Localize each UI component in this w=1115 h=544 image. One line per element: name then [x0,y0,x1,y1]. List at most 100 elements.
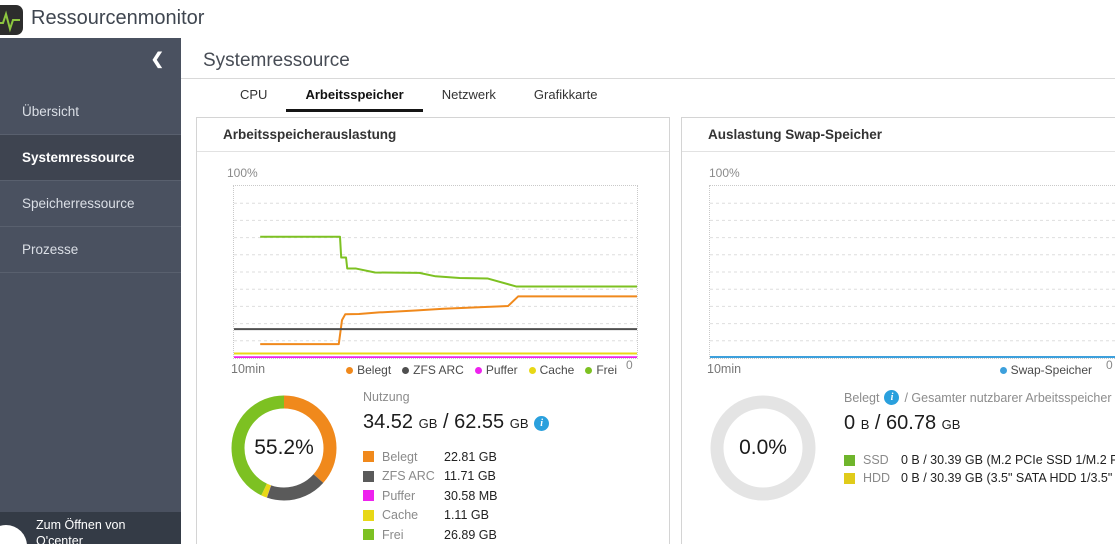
legend-label: Belegt [357,363,392,377]
legend-item: Cache [528,363,575,377]
y-axis-min-label: 0 [1106,358,1113,372]
memory-usage-value: 34.52 GB / 62.55 GB i [363,411,550,434]
breakdown-row: Frei 26.89 GB [363,525,549,544]
row-value: 22.81 GB [444,449,497,464]
row-label: ZFS ARC [382,469,435,484]
sidebar-item-prozesse[interactable]: Prozesse [0,227,181,273]
swap-usage-block: Belegt i / Gesamter nutzbarer Arbeitsspe… [844,390,1115,487]
row-label: Cache [382,508,419,523]
memory-donut-chart: 55.2% [231,395,337,501]
legend-dot-icon [346,366,354,374]
tab-bar: CPU Arbeitsspeicher Netzwerk Grafikkarte [221,84,616,112]
sidebar-item-label: Prozesse [22,242,79,257]
tab-arbeitsspeicher[interactable]: Arbeitsspeicher [286,84,423,112]
legend-item: Puffer [474,363,518,377]
row-label: Puffer [382,488,416,503]
chevron-left-icon: ❮ [150,51,164,68]
breakdown-row: SSD 0 B / 30.39 GB (M.2 PCIe SSD 1/M.2 PC… [844,451,1115,469]
swatch-icon [844,472,855,484]
caption-used: Belegt [844,390,880,405]
breakdown-row: HDD 0 B / 30.39 GB (3.5" SATA HDD 1/3.5" … [844,469,1115,487]
sidebar-item-speicherressource[interactable]: Speicherressource [0,181,181,227]
swatch-icon [363,451,374,463]
sidebar-nav: Übersicht Systemressource Speicherressou… [0,89,181,273]
legend-item: Swap-Speicher [999,363,1092,377]
swatch-icon [363,470,374,482]
row-label: HDD [863,471,891,485]
swap-breakdown: SSD 0 B / 30.39 GB (M.2 PCIe SSD 1/M.2 PC… [844,451,1115,487]
swap-chart-legend: Swap-Speicher [709,363,1092,377]
used-unit: B [860,417,870,432]
tab-cpu[interactable]: CPU [221,84,286,112]
row-value: 30.58 MB [444,488,498,503]
memory-panel: Arbeitsspeicherauslastung 100% 10min 0 B… [196,117,670,544]
legend-dot-icon [999,366,1007,374]
legend-label: Swap-Speicher [1010,363,1092,377]
total-unit: GB [509,416,529,431]
value-divider: / [874,412,881,434]
qcenter-tooltip: Zum Öffnen von Q'center drücken 127.0.0.… [0,512,181,544]
qcenter-tooltip-line1: Zum Öffnen von Q'center [36,518,126,544]
sidebar-item-label: Übersicht [22,104,80,119]
legend-item: Belegt [346,363,391,377]
legend-item: Frei [585,363,617,377]
used-unit: GB [418,416,438,431]
used-amount: 0 [844,412,856,434]
breakdown-row: Cache 1.11 GB [363,506,549,526]
app-title: Ressourcenmonitor [31,7,205,29]
total-unit: GB [941,417,961,432]
used-amount: 34.52 [363,411,414,433]
info-icon[interactable]: i [884,390,900,405]
sidebar-collapse-button[interactable]: ❮ [151,52,164,68]
legend-label: Puffer [485,363,518,377]
memory-panel-title: Arbeitsspeicherauslastung [197,118,669,152]
y-axis-max-label: 100% [709,166,740,180]
caption-rest: / Gesamter nutzbarer Arbeitsspeicher [904,390,1112,405]
memory-usage-block: Nutzung 34.52 GB / 62.55 GB i Belegt 22.8… [363,390,550,544]
row-label: SSD [863,453,889,467]
swap-usage-value: 0 B / 60.78 GB [844,412,1115,435]
sidebar-item-uebersicht[interactable]: Übersicht [0,89,181,135]
legend-item: ZFS ARC [402,363,464,377]
breakdown-row: Puffer 30.58 MB [363,486,549,506]
row-value: 11.71 GB [444,469,496,484]
legend-label: Cache [539,363,575,377]
header-divider [181,78,1115,79]
row-label: Frei [382,527,404,542]
swap-donut-percent: 0.0% [739,436,787,459]
row-value: 0 B / 30.39 GB (3.5" SATA HDD 1/3.5" S..… [901,471,1115,485]
swatch-icon [363,509,374,521]
y-axis-max-label: 100% [227,166,258,180]
memory-usage-line-chart [233,185,638,359]
legend-dot-icon [402,366,410,374]
qcenter-circle [0,525,27,544]
y-axis-min-label: 0 [626,358,633,372]
usage-caption: Nutzung [363,390,410,404]
total-amount: 60.78 [886,412,937,434]
swap-usage-caption: Belegt i / Gesamter nutzbarer Arbeitsspe… [844,390,1115,405]
swap-donut-chart: 0.0% [710,395,816,501]
app-titlebar: Ressourcenmonitor [0,0,1115,38]
sidebar: ❮ Übersicht Systemressource Speicherress… [0,38,181,544]
tab-grafikkarte[interactable]: Grafikkarte [515,84,617,112]
swap-usage-line-chart [709,185,1115,359]
sidebar-item-label: Speicherressource [22,196,135,211]
total-amount: 62.55 [454,411,505,433]
resource-monitor-icon [0,5,23,35]
page-title: Systemressource [203,50,350,71]
memory-donut-percent: 55.2% [254,436,314,459]
tab-netzwerk[interactable]: Netzwerk [423,84,515,112]
info-icon[interactable]: i [534,416,550,431]
swap-panel: Auslastung Swap-Speicher 100% 10min 0 Sw… [681,117,1115,544]
swap-panel-title: Auslastung Swap-Speicher [682,118,1115,152]
row-value: 0 B / 30.39 GB (M.2 PCIe SSD 1/M.2 PCI..… [901,453,1115,467]
swatch-icon [363,529,374,541]
sidebar-item-systemressource[interactable]: Systemressource [0,135,181,181]
row-value: 26.89 GB [444,527,497,542]
swatch-icon [844,454,855,466]
legend-dot-icon [585,366,593,374]
value-divider: / [442,411,449,433]
row-label: Belegt [382,449,418,464]
legend-label: ZFS ARC [413,363,464,377]
sidebar-item-label: Systemressource [22,150,135,165]
